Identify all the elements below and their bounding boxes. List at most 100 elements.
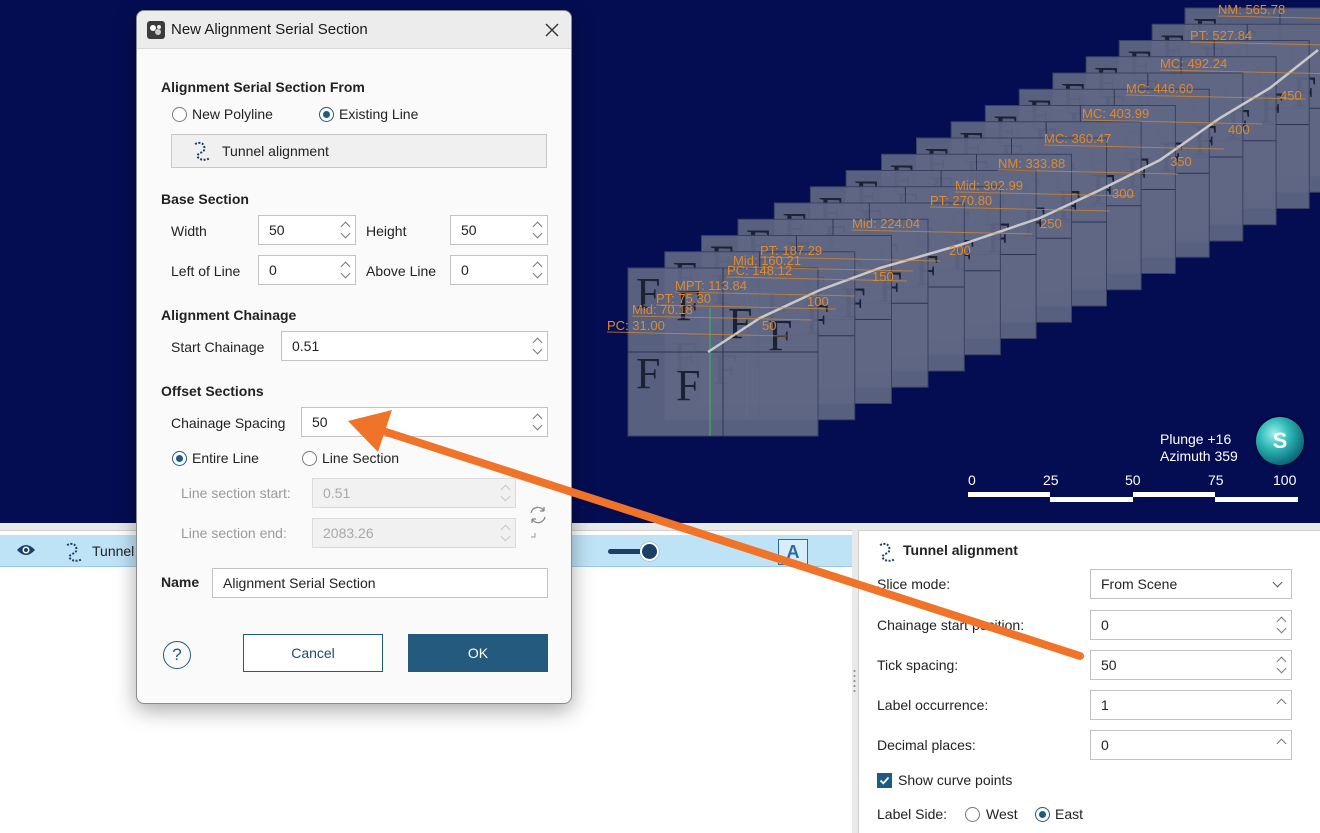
spinner-icon[interactable]	[1277, 654, 1287, 676]
spinner-icon[interactable]	[1277, 734, 1287, 756]
left-of-line-value: 0	[269, 262, 277, 278]
existing-line-selector[interactable]: Tunnel alignment	[171, 134, 547, 168]
curve-point-label: MC: 403.99	[1082, 106, 1149, 121]
width-value: 50	[269, 222, 285, 238]
scale-bar-label: 75	[1208, 472, 1224, 488]
tick-spacing-label: Tick spacing:	[877, 657, 959, 673]
width-field[interactable]: 50	[258, 215, 356, 245]
show-curve-points-checkbox[interactable]	[877, 773, 892, 788]
view-orientation-globe-icon[interactable]: S	[1256, 417, 1304, 465]
line-section-start-field[interactable]: 0.51	[312, 478, 516, 508]
existing-line-radio[interactable]	[319, 107, 334, 122]
chainage-start-label: Chainage start position:	[877, 617, 1025, 633]
swap-icon[interactable]	[527, 503, 549, 543]
show-labels-icon[interactable]: A	[778, 539, 808, 565]
panel-f-glyph: F	[636, 349, 660, 398]
spinner-icon[interactable]	[501, 522, 511, 544]
scale-bar-label: 25	[1043, 472, 1059, 488]
new-polyline-label: New Polyline	[192, 106, 273, 122]
panel-f-glyph: F	[676, 361, 700, 410]
curve-point-label: MC: 446.60	[1126, 81, 1193, 96]
spinner-icon[interactable]	[533, 411, 543, 433]
splitter-grip-icon[interactable]	[852, 668, 857, 696]
new-polyline-radio[interactable]	[172, 107, 187, 122]
label-side-label: Label Side:	[877, 806, 948, 822]
curve-point-label: PT: 527.84	[1190, 28, 1252, 43]
base-section-heading: Base Section	[161, 191, 249, 207]
properties-title: Tunnel alignment	[903, 542, 1018, 558]
scale-bar-label: 0	[968, 472, 976, 488]
cancel-button[interactable]: Cancel	[243, 634, 383, 672]
spinner-icon[interactable]	[533, 219, 543, 241]
above-line-value: 0	[461, 262, 469, 278]
spinner-icon[interactable]	[341, 259, 351, 281]
orientation-readout: Plunge +16 Azimuth 359	[1160, 431, 1238, 465]
opacity-slider-handle[interactable]	[640, 542, 659, 561]
curve-point-label: PT: 187.29	[760, 243, 822, 258]
start-chainage-label: Start Chainage	[171, 339, 265, 355]
slice-mode-label: Slice mode:	[877, 576, 951, 592]
polyline-icon	[66, 542, 83, 562]
start-chainage-field[interactable]: 0.51	[281, 331, 548, 361]
curve-point-label: NM: 333.88	[998, 156, 1065, 171]
label-side-west-radio[interactable]	[965, 807, 980, 822]
chainage-start-field[interactable]: 0	[1090, 610, 1292, 640]
height-field[interactable]: 50	[450, 215, 548, 245]
existing-line-label: Existing Line	[339, 106, 419, 122]
chainage-label: 150	[872, 269, 894, 284]
label-occurrence-value: 1	[1101, 697, 1109, 713]
dialog-titlebar[interactable]: New Alignment Serial Section	[137, 11, 571, 49]
chainage-label: 450	[1280, 88, 1302, 103]
label-side-east-radio[interactable]	[1035, 807, 1050, 822]
above-line-label: Above Line	[366, 263, 437, 279]
app-logo-icon	[147, 21, 165, 39]
curve-point-label: Mid: 224.04	[852, 216, 920, 231]
ok-button[interactable]: OK	[408, 634, 548, 672]
line-section-end-field[interactable]: 2083.26	[312, 518, 516, 548]
curve-point-label: Mid: 302.99	[955, 178, 1023, 193]
above-line-field[interactable]: 0	[450, 255, 548, 285]
scale-bar-segment	[1050, 497, 1133, 502]
tick-spacing-value: 50	[1101, 657, 1117, 673]
chainage-spacing-value: 50	[312, 414, 328, 430]
chainage-label: 300	[1112, 186, 1134, 201]
plunge-readout: Plunge +16	[1160, 431, 1232, 447]
decimal-places-field[interactable]: 0	[1090, 730, 1292, 760]
east-label: East	[1055, 806, 1084, 822]
help-icon[interactable]: ?	[163, 641, 191, 669]
tick-spacing-field[interactable]: 50	[1090, 650, 1292, 680]
height-value: 50	[461, 222, 477, 238]
label-occurrence-field[interactable]: 1	[1090, 690, 1292, 720]
close-icon	[545, 23, 559, 37]
spinner-icon[interactable]	[341, 219, 351, 241]
close-button[interactable]	[537, 15, 567, 45]
line-section-start-value: 0.51	[323, 485, 351, 501]
alignment-chainage-heading: Alignment Chainage	[161, 307, 297, 323]
line-section-label: Line Section	[322, 450, 400, 466]
from-section-heading: Alignment Serial Section From	[161, 79, 365, 95]
label-occurrence-label: Label occurrence:	[877, 697, 989, 713]
eye-icon[interactable]	[16, 543, 36, 557]
scale-bar-label: 50	[1125, 472, 1141, 488]
entire-line-label: Entire Line	[192, 450, 259, 466]
chainage-label: 100	[807, 294, 829, 309]
check-icon	[879, 776, 890, 785]
chainage-label: 350	[1170, 154, 1192, 169]
line-section-radio[interactable]	[302, 451, 317, 466]
polyline-icon	[879, 542, 896, 562]
spinner-icon[interactable]	[1277, 614, 1287, 636]
left-of-line-field[interactable]: 0	[258, 255, 356, 285]
chainage-label: 200	[949, 243, 971, 258]
entire-line-radio[interactable]	[172, 451, 187, 466]
spinner-icon[interactable]	[533, 259, 543, 281]
chainage-label: 250	[1040, 216, 1062, 231]
spinner-icon[interactable]	[533, 335, 543, 357]
slice-mode-select[interactable]: From Scene	[1090, 569, 1292, 599]
name-field[interactable]: Alignment Serial Section	[212, 568, 548, 598]
chainage-spacing-field[interactable]: 50	[301, 407, 548, 437]
polyline-icon	[194, 141, 211, 161]
spinner-icon[interactable]	[1277, 694, 1287, 716]
spinner-icon[interactable]	[501, 482, 511, 504]
curve-point-label: MC: 360.47	[1044, 131, 1111, 146]
scale-bar-segment	[1215, 497, 1298, 502]
